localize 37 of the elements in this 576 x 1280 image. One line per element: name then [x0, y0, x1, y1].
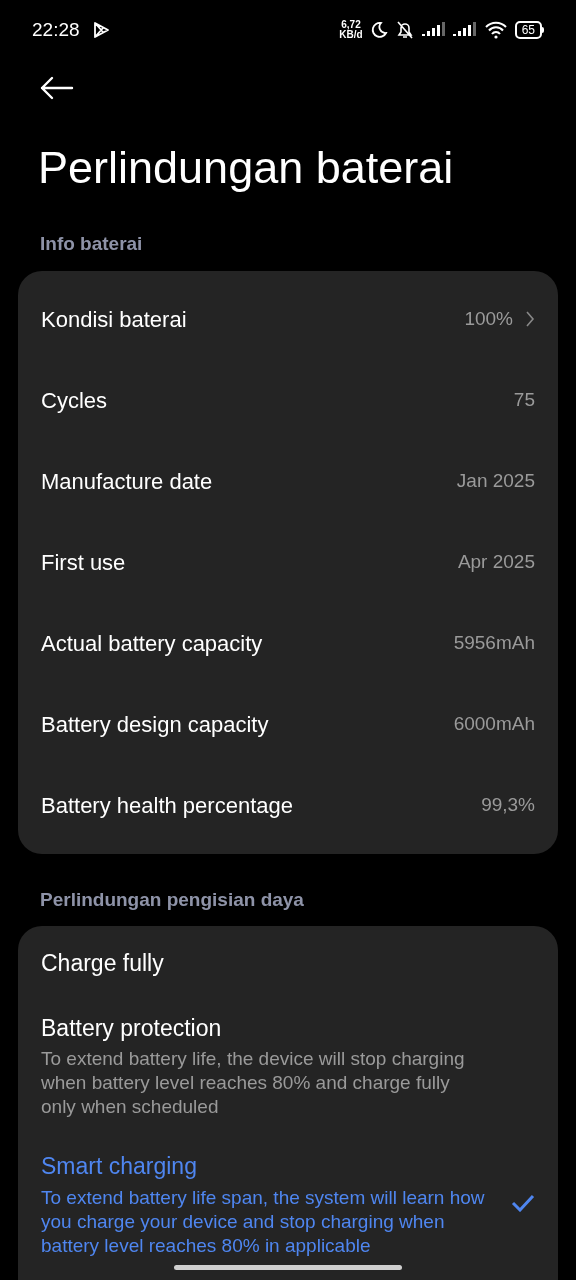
bell-off-icon: [394, 20, 415, 40]
row-label: Manufacture date: [41, 467, 213, 496]
charging-option[interactable]: Smart charging To extend battery life span, the system will learn how you charge your device and stop charging when battery level reaches 80% in applicable: [18, 1149, 558, 1258]
row-label: Actual battery capacity: [41, 629, 263, 658]
back-arrow-icon[interactable]: [40, 76, 74, 100]
row-label: First use: [41, 548, 126, 577]
network-speed: 6,72 KB/d: [339, 20, 363, 40]
row-label: Kondisi baterai: [41, 305, 187, 334]
option-title: Charge fully: [41, 949, 165, 978]
option-description: To extend battery life span, the system will learn how you charge your device and stop charging when battery level reaches 80% in applicable: [41, 1185, 485, 1258]
row-value: Jan 2025: [456, 468, 535, 493]
moon-icon: [369, 21, 388, 39]
section-label: Perlindungan pengisian daya: [39, 887, 305, 912]
charging-option[interactable]: Battery protection To extend battery life, the device will stop charging when battery level reaches 80% and charge fully only when scheduled: [18, 1010, 558, 1119]
option-title: Smart charging: [41, 1152, 198, 1181]
row-value: 5956mAh: [453, 630, 535, 655]
row-value: 99,3%: [481, 792, 535, 817]
row-label: Battery design capacity: [41, 710, 269, 739]
play-icon: [91, 21, 110, 39]
row-label: Cycles: [41, 386, 107, 415]
battery-indicator: 65: [514, 21, 544, 39]
option-description: To extend battery life, the device will stop charging when battery level reaches 80% and charge fully only when scheduled: [41, 1047, 466, 1119]
row-value: 100%: [464, 306, 513, 331]
row-value: Apr 2025: [457, 549, 535, 574]
option-title: Battery protection: [41, 1013, 223, 1043]
row-value: 75: [513, 387, 535, 412]
status-time: 22:28: [32, 17, 80, 42]
charging-option[interactable]: Charge fully: [18, 946, 558, 981]
row-value: 6000mAh: [453, 711, 535, 736]
row-label: Battery health percentage: [41, 791, 293, 820]
page-title: Perlindungan baterai: [37, 141, 455, 195]
signal-icon: [452, 22, 477, 38]
chevron-right-icon[interactable]: [525, 310, 535, 328]
signal-icon: [421, 22, 446, 38]
wifi-icon: [483, 21, 508, 39]
check-icon: [511, 1194, 535, 1213]
section-label: Info baterai: [39, 232, 144, 256]
